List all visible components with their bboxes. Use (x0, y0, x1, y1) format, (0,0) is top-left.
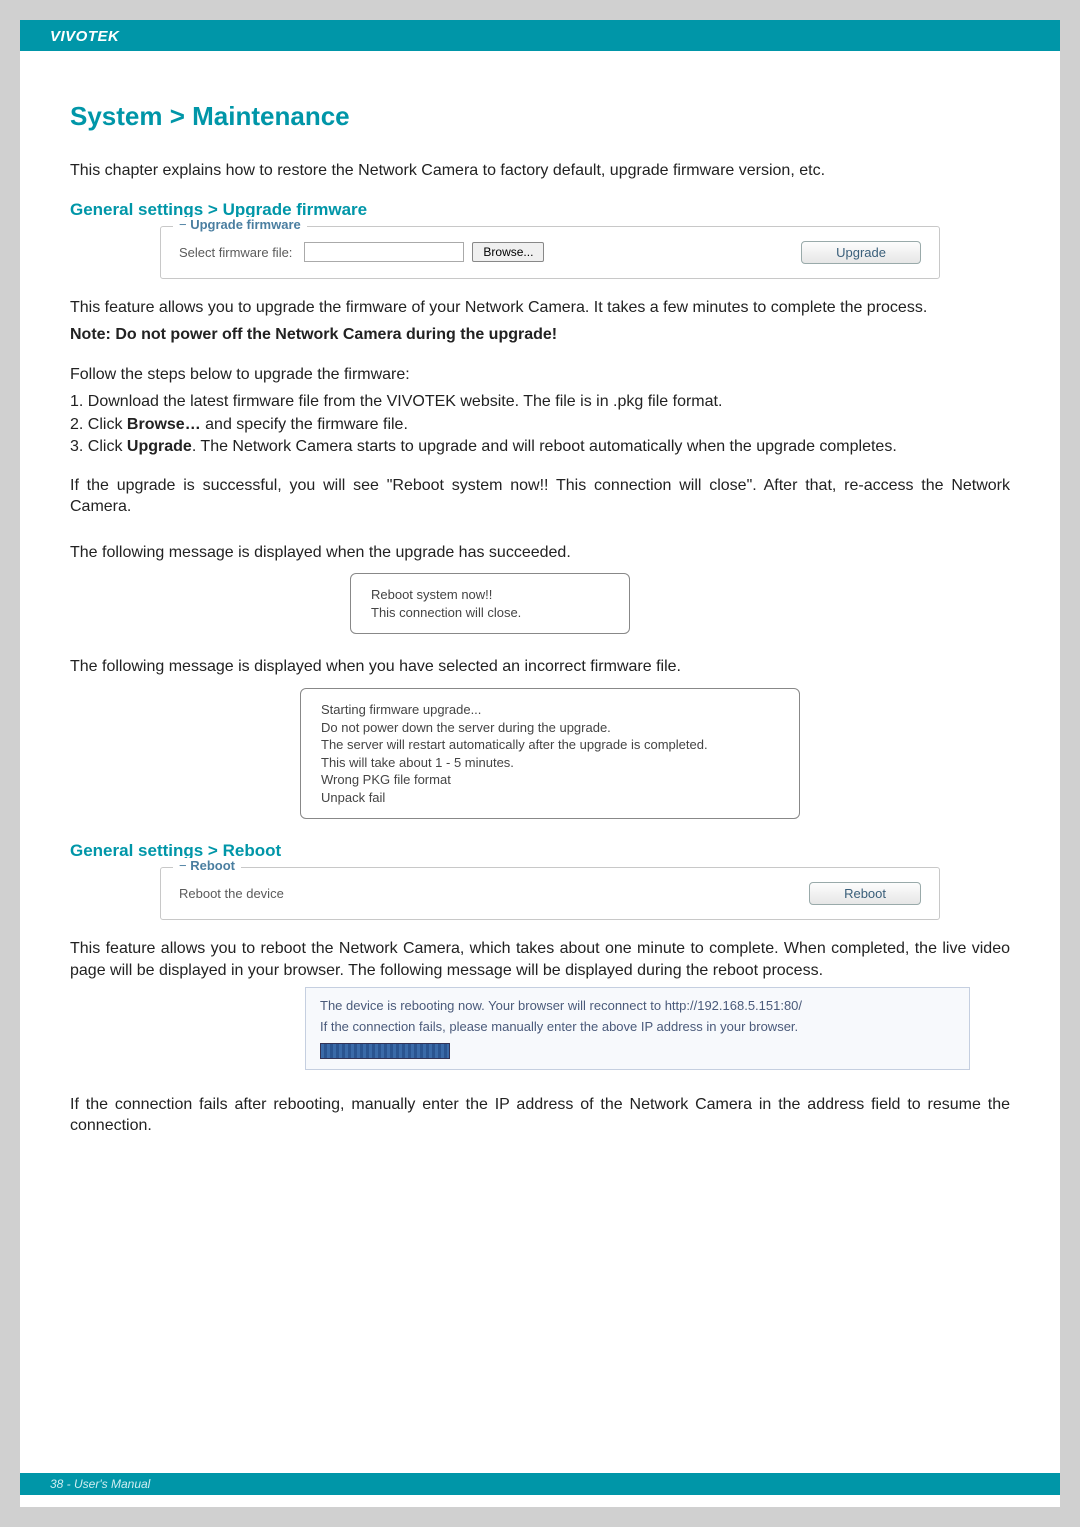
reboot-row-label: Reboot the device (179, 886, 284, 901)
upgrade-steps: 1. Download the latest firmware file fro… (70, 391, 1010, 458)
step-2: 2. Click Browse… and specify the firmwar… (70, 414, 1010, 436)
reboot-message-panel: The device is rebooting now. Your browse… (305, 987, 970, 1069)
success-message-box: Reboot system now!! This connection will… (350, 573, 630, 634)
upgrade-note: Note: Do not power off the Network Camer… (70, 324, 1010, 346)
footer-bar: 38 - User's Manual (20, 1473, 1060, 1495)
reboot-panel-line1: The device is rebooting now. Your browse… (320, 996, 955, 1016)
upgrade-feature-text: This feature allows you to upgrade the f… (70, 297, 1010, 319)
reboot-post-text: If the connection fails after rebooting,… (70, 1094, 1010, 1137)
select-firmware-label: Select firmware file: (179, 245, 292, 260)
upgrade-success-text: If the upgrade is successful, you will s… (70, 475, 1010, 518)
upgrade-button[interactable]: Upgrade (801, 241, 921, 264)
step-1: 1. Download the latest firmware file fro… (70, 391, 1010, 413)
reboot-feature-text: This feature allows you to reboot the Ne… (70, 938, 1010, 981)
reboot-legend: Reboot (173, 858, 241, 873)
reboot-button[interactable]: Reboot (809, 882, 921, 905)
upgrade-legend: Upgrade firmware (173, 217, 307, 232)
fail-msg-label: The following message is displayed when … (70, 656, 1010, 678)
success-msg-label: The following message is displayed when … (70, 542, 1010, 564)
intro-paragraph: This chapter explains how to restore the… (70, 160, 1010, 182)
upgrade-fieldset: Upgrade firmware Select firmware file: B… (160, 226, 940, 279)
page-title: System > Maintenance (70, 101, 1010, 132)
browse-button[interactable]: Browse... (472, 242, 544, 262)
reboot-progress-bar (320, 1043, 450, 1059)
fail-message-box: Starting firmware upgrade... Do not powe… (300, 688, 800, 819)
follow-steps-text: Follow the steps below to upgrade the fi… (70, 364, 1010, 386)
brand-text: VIVOTEK (50, 28, 119, 45)
header-brand-bar: VIVOTEK (20, 20, 1060, 51)
step-3: 3. Click Upgrade. The Network Camera sta… (70, 436, 1010, 458)
footer-text: 38 - User's Manual (50, 1477, 150, 1491)
reboot-panel-line2: If the connection fails, please manually… (320, 1017, 955, 1037)
reboot-fieldset: Reboot Reboot the device Reboot (160, 867, 940, 920)
firmware-file-input[interactable] (304, 242, 464, 262)
